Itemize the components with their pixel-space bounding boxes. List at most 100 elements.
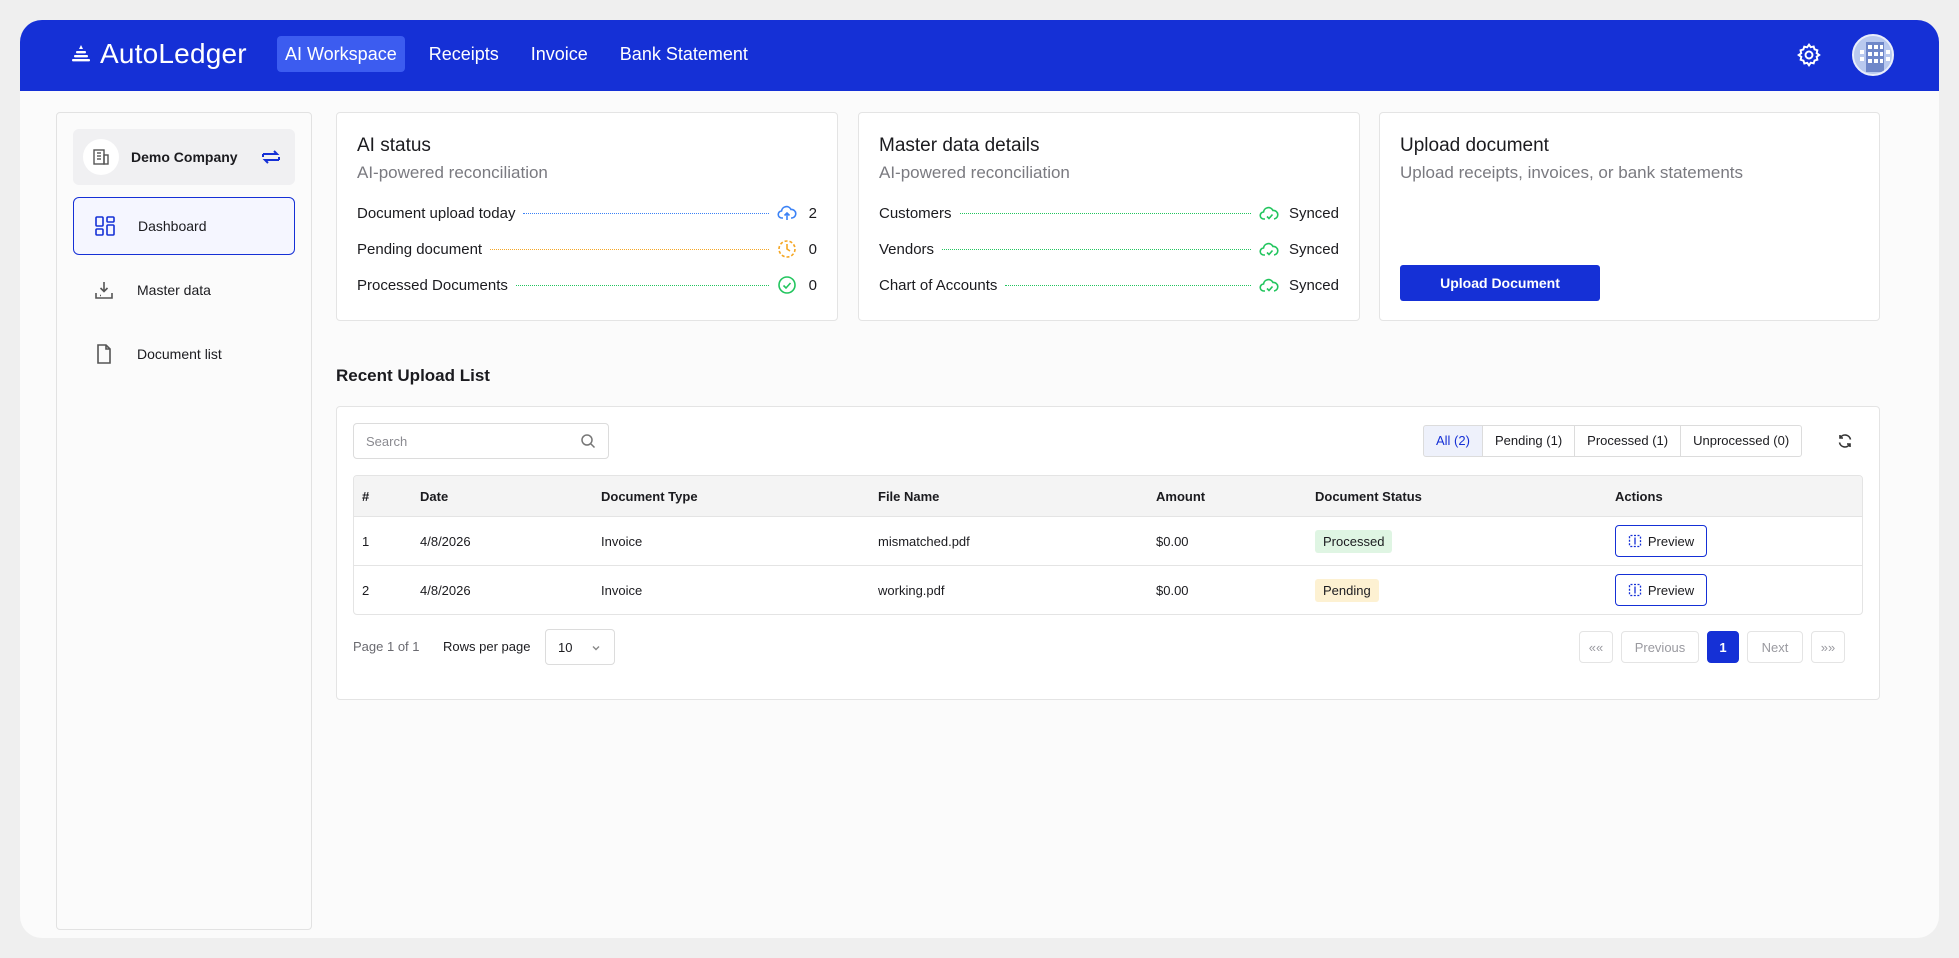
- ai-status-card: AI status AI-powered reconciliation Docu…: [336, 112, 838, 321]
- cloud-check-icon: [1259, 278, 1279, 292]
- brand-name: AutoLedger: [100, 38, 247, 69]
- filter-unprocessed[interactable]: Unprocessed (0): [1680, 425, 1803, 457]
- download-tray-icon: [95, 282, 113, 299]
- filter-all[interactable]: All (2): [1423, 425, 1483, 457]
- preview-icon: [1628, 583, 1642, 597]
- cell-number: 1: [362, 533, 370, 549]
- avatar[interactable]: [1852, 34, 1894, 76]
- page-1-button[interactable]: 1: [1707, 631, 1739, 663]
- cell-status: Pending: [1315, 566, 1379, 614]
- column-header: File Name: [878, 488, 940, 504]
- refresh-icon[interactable]: [1837, 433, 1853, 449]
- master-row-customers: Customers Synced: [879, 195, 1339, 231]
- building-icon: [83, 139, 119, 175]
- cell-actions: Preview: [1615, 566, 1707, 614]
- sidebar-item-label: Master data: [137, 282, 211, 298]
- preview-label: Preview: [1647, 582, 1695, 598]
- card-subtitle: AI-powered reconciliation: [357, 163, 548, 182]
- dotted-leader: [523, 212, 769, 214]
- card-subtitle: AI-powered reconciliation: [879, 163, 1070, 182]
- cell-document-type: Invoice: [601, 582, 643, 598]
- sidebar-item-document-list[interactable]: Document list: [73, 325, 295, 383]
- column-header: Document Type: [601, 488, 698, 504]
- upload-document-card: Upload document Upload receipts, invoice…: [1379, 112, 1880, 321]
- status-label: Pending document: [357, 240, 483, 258]
- cell-number: 2: [362, 582, 370, 598]
- dotted-leader: [942, 248, 1251, 250]
- preview-icon: [1628, 534, 1642, 548]
- rows-per-page-value: 10: [558, 639, 573, 655]
- cell-date: 4/8/2026: [420, 533, 471, 549]
- master-label: Chart of Accounts: [879, 276, 998, 294]
- column-header: Document Status: [1315, 488, 1422, 504]
- table-row: 1 4/8/2026 Invoice mismatched.pdf $0.00 …: [354, 516, 1862, 565]
- stack-logo-icon: [72, 45, 90, 62]
- preview-button[interactable]: Preview: [1615, 574, 1707, 606]
- status-value: 0: [808, 276, 817, 294]
- main-nav: AI Workspace Receipts Invoice Bank State…: [277, 36, 764, 72]
- card-subtitle: Upload receipts, invoices, or bank state…: [1400, 163, 1744, 182]
- status-badge: Processed: [1315, 529, 1393, 553]
- cell-file-name: mismatched.pdf: [878, 533, 970, 549]
- recent-upload-card: All (2) Pending (1) Processed (1) Unproc…: [336, 406, 1880, 700]
- check-circle-icon: [778, 276, 796, 294]
- cell-actions: Preview: [1615, 517, 1707, 565]
- card-title: Master data details: [879, 135, 1040, 156]
- first-page-button[interactable]: ««: [1579, 631, 1613, 663]
- filter-processed[interactable]: Processed (1): [1574, 425, 1682, 457]
- master-value: Synced: [1288, 204, 1339, 222]
- cloud-check-icon: [1259, 242, 1279, 256]
- status-value: 2: [808, 204, 817, 222]
- search-input[interactable]: [354, 424, 580, 458]
- recent-upload-table: # Date Document Type File Name Amount Do…: [353, 475, 1863, 615]
- sidebar-item-dashboard[interactable]: Dashboard: [73, 197, 295, 255]
- dashboard-icon: [95, 216, 115, 236]
- master-row-chart-of-accounts: Chart of Accounts Synced: [879, 267, 1339, 303]
- status-row-uploads: Document upload today 2: [357, 195, 817, 231]
- cell-document-type: Invoice: [601, 533, 643, 549]
- master-label: Vendors: [879, 240, 935, 258]
- gear-icon[interactable]: [1796, 42, 1822, 68]
- previous-page-button[interactable]: Previous: [1621, 631, 1699, 663]
- master-row-vendors: Vendors Synced: [879, 231, 1339, 267]
- nav-bank-statement[interactable]: Bank Statement: [612, 36, 756, 72]
- company-name: Demo Company: [131, 149, 238, 165]
- top-navbar: AutoLedger AI Workspace Receipts Invoice…: [20, 20, 1939, 91]
- column-header: Amount: [1156, 488, 1206, 504]
- clock-icon: [778, 240, 796, 258]
- document-icon: [97, 344, 111, 364]
- table-header-row: # Date Document Type File Name Amount Do…: [354, 476, 1862, 516]
- filter-pending[interactable]: Pending (1): [1481, 425, 1576, 457]
- status-value: 0: [808, 240, 817, 258]
- company-switcher[interactable]: Demo Company: [73, 129, 295, 185]
- cell-amount: $0.00: [1156, 533, 1189, 549]
- upload-document-button[interactable]: Upload Document: [1400, 265, 1600, 301]
- status-filter-tabs: All (2) Pending (1) Processed (1) Unproc…: [1423, 425, 1803, 457]
- chevron-down-icon: [592, 646, 600, 651]
- recent-upload-title: Recent Upload List: [336, 366, 490, 385]
- sidebar-item-master-data[interactable]: Master data: [73, 261, 295, 319]
- preview-label: Preview: [1647, 533, 1695, 549]
- next-page-button[interactable]: Next: [1747, 631, 1803, 663]
- column-header: Actions: [1615, 488, 1663, 504]
- status-label: Document upload today: [357, 204, 516, 222]
- search-box: [353, 423, 609, 459]
- brand[interactable]: AutoLedger: [70, 38, 247, 70]
- switch-icon[interactable]: [259, 145, 283, 169]
- nav-ai-workspace[interactable]: AI Workspace: [277, 36, 405, 72]
- rows-per-page-select[interactable]: 10: [545, 629, 615, 665]
- nav-receipts[interactable]: Receipts: [421, 36, 507, 72]
- dotted-leader: [490, 248, 769, 250]
- cell-file-name: working.pdf: [878, 582, 945, 598]
- last-page-button[interactable]: »»: [1811, 631, 1845, 663]
- preview-button[interactable]: Preview: [1615, 525, 1707, 557]
- dotted-leader: [1005, 284, 1251, 286]
- master-label: Customers: [879, 204, 952, 222]
- cell-amount: $0.00: [1156, 582, 1189, 598]
- sidebar-item-label: Document list: [137, 346, 222, 362]
- status-label: Processed Documents: [357, 276, 508, 294]
- nav-invoice[interactable]: Invoice: [523, 36, 596, 72]
- page-info: Page 1 of 1: [353, 639, 420, 654]
- avatar-pattern-icon: [1854, 36, 1892, 74]
- master-data-card: Master data details AI-powered reconcili…: [858, 112, 1360, 321]
